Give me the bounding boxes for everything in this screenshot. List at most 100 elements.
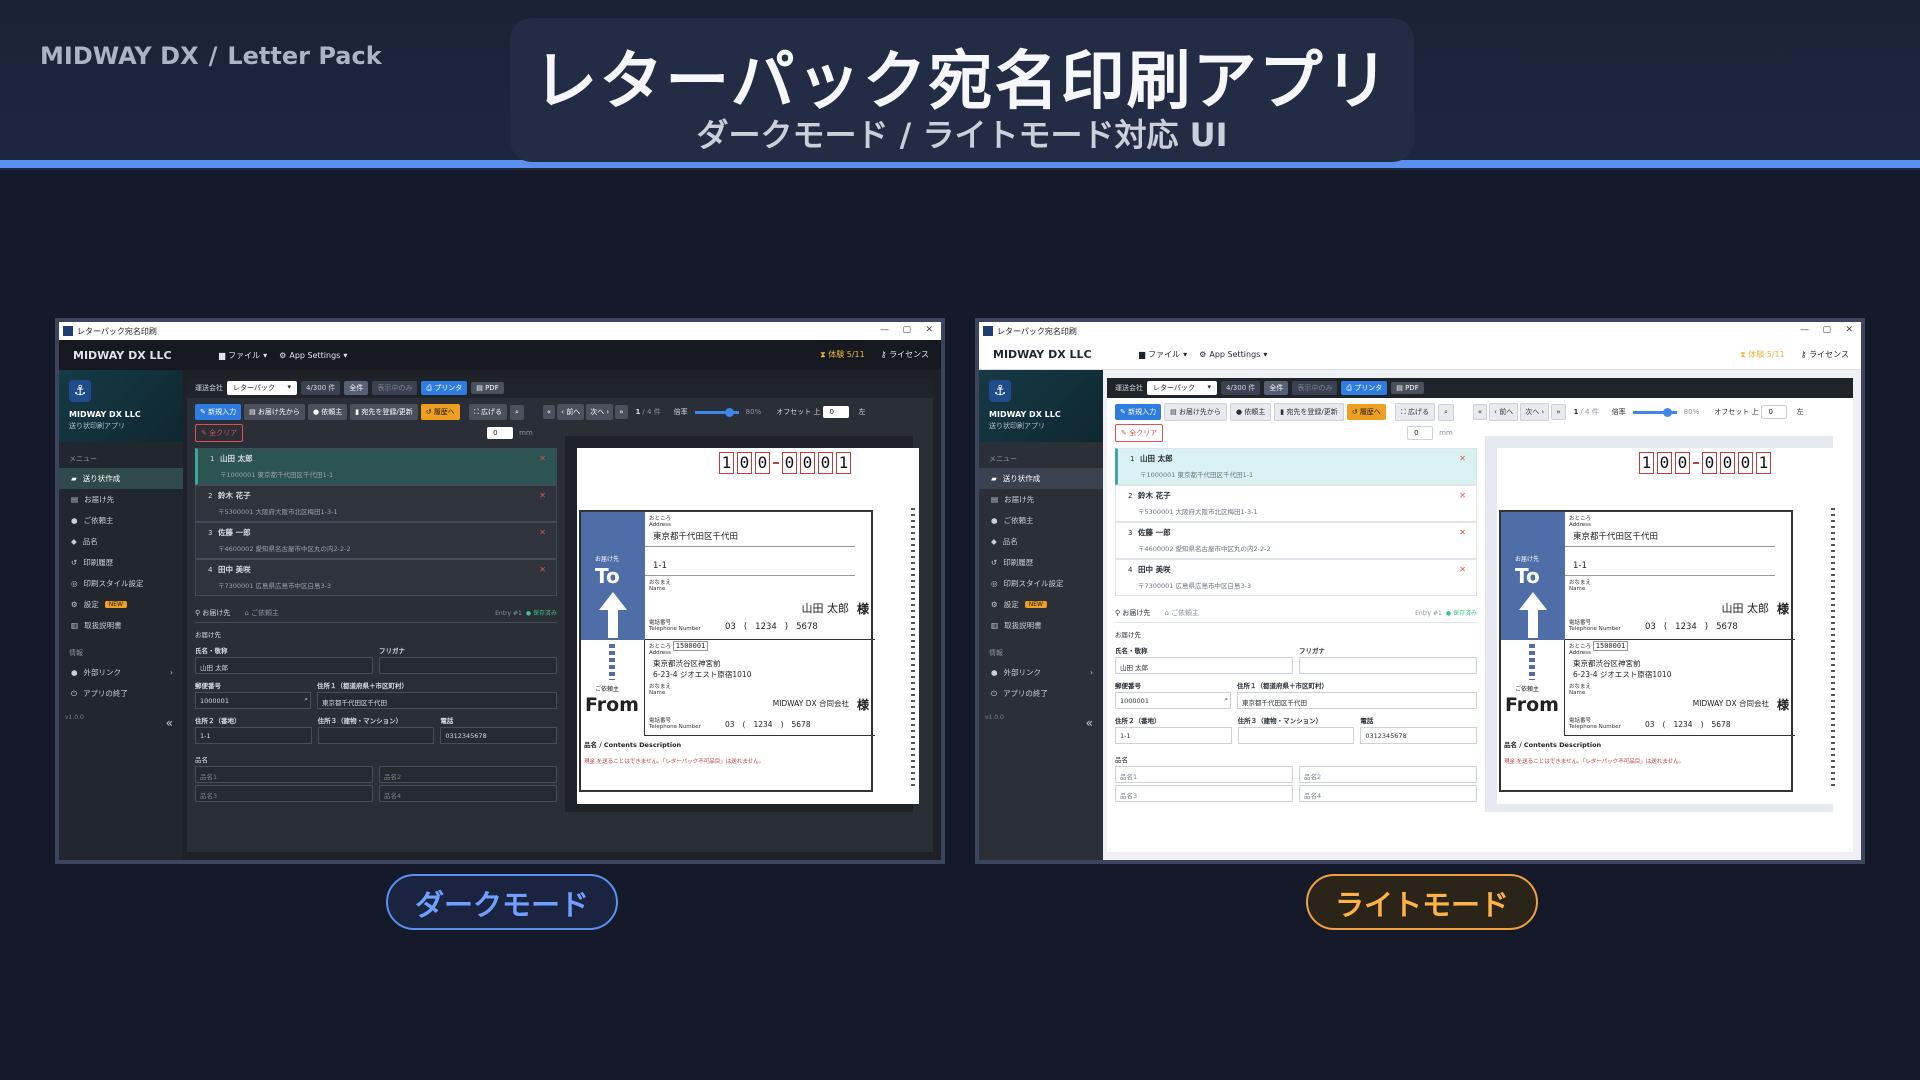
clear-all-button[interactable]: ✎ 全クリア [195,424,244,442]
trial-status[interactable]: ⧗ 体験 5/11 [1740,349,1785,360]
sidebar-collapse-button[interactable]: « [1086,716,1093,730]
clear-all-button[interactable]: ✎ 全クリア [1115,424,1164,442]
zoom-slider-handle[interactable] [1663,407,1673,417]
register-address-button[interactable]: ▮ 宛先を登録/更新 [1274,403,1344,421]
item3-field[interactable]: 品名3 [195,785,373,802]
name-field[interactable]: 山田 太郎 [195,657,373,674]
delete-entry-icon[interactable]: ✕ [539,491,546,500]
close-icon[interactable]: ✕ [925,325,933,335]
list-item[interactable]: 4 田中 美咲 〒7300001 広島県広島市中区白島3-3 ✕ [195,559,557,596]
tab-destination[interactable]: ⚲ お届け先 [195,608,230,618]
scope-shown-toggle[interactable]: 表示中のみ [1292,381,1338,395]
sidebar-item-manual[interactable]: ▥ 取扱説明書 [979,615,1103,636]
new-entry-button[interactable]: ✎ 新規入力 [195,404,242,420]
name-field[interactable]: 山田 太郎 [1115,657,1293,674]
sidebar-item-items[interactable]: ◆ 品名 [979,531,1103,552]
window-titlebar[interactable]: レターパック宛名印刷 — ▢ ✕ [979,322,1861,340]
sidebar-item-print-style[interactable]: ◎ 印刷スタイル設定 [979,573,1103,594]
address1-field[interactable]: 東京都千代田区千代田 [317,692,557,709]
sidebar-item-create[interactable]: ▰ 送り状作成 [59,468,183,489]
from-destination-button[interactable]: ▤ お届け先から [1164,403,1227,421]
tab-sender[interactable]: ⌂ ご依頼主 [1164,608,1199,618]
minimize-icon[interactable]: — [880,325,889,335]
tel-field[interactable]: 0312345678 [1360,727,1478,744]
prev-page-button[interactable]: ‹ 前へ [557,404,585,420]
prev-page-button[interactable]: ‹ 前へ [1489,403,1519,421]
first-page-button[interactable]: « [542,405,556,419]
tab-destination[interactable]: ⚲ お届け先 [1115,608,1150,618]
search-icon[interactable]: ⌕ [1224,695,1228,704]
file-menu[interactable]: ▆ ファイル ▾ [1139,349,1187,360]
delete-entry-icon[interactable]: ✕ [539,454,546,463]
list-item[interactable]: 1 山田 太郎 〒1000001 東京都千代田区千代田1-1 ✕ [1115,448,1477,485]
item2-field[interactable]: 品名2 [1299,766,1477,783]
history-button[interactable]: ↺ 履歴へ [420,404,460,420]
list-item[interactable]: 1 山田 太郎 〒1000001 東京都千代田区千代田1-1 ✕ [195,448,557,485]
from-destination-button[interactable]: ▤ お届け先から [244,404,305,420]
from-sender-button[interactable]: ● 依頼主 [307,404,348,420]
license-button[interactable]: ⚷ ライセンス [1801,349,1849,360]
item1-field[interactable]: 品名1 [1115,766,1293,783]
sidebar-item-destinations[interactable]: ▤ お届け先 [979,489,1103,510]
expand-button[interactable]: ⛶ 広げる [1394,403,1435,421]
search-icon[interactable]: ⌕ [304,695,308,704]
address3-field[interactable] [317,727,435,744]
delete-entry-icon[interactable]: ✕ [539,565,546,574]
last-page-button[interactable]: » [615,405,628,419]
item3-field[interactable]: 品名3 [1115,785,1293,802]
address1-field[interactable]: 東京都千代田区千代田 [1237,692,1477,709]
search-button[interactable]: ⌕ [509,404,524,420]
history-button[interactable]: ↺ 履歴へ [1346,404,1386,420]
settings-menu[interactable]: ⚙ App Settings ▾ [279,351,347,360]
sidebar-item-history[interactable]: ↺ 印刷履歴 [59,552,183,573]
item4-field[interactable]: 品名4 [379,785,557,802]
pdf-button[interactable]: ▤ PDF [471,382,504,394]
printer-button[interactable]: ⎙ プリンタ [1341,381,1388,395]
sidebar-item-quit[interactable]: ⏻ アプリの終了 [979,683,1103,704]
close-icon[interactable]: ✕ [1845,325,1853,335]
register-address-button[interactable]: ▮ 宛先を登録/更新 [350,404,418,420]
zoom-slider-handle[interactable] [725,407,735,417]
offset-top-input[interactable]: 0 [823,406,850,418]
address3-field[interactable] [1237,727,1355,744]
address2-field[interactable]: 1-1 [1115,727,1232,744]
offset-left-input[interactable]: 0 [487,427,514,439]
sidebar-item-settings[interactable]: ⚙ 設定 NEW [979,594,1103,615]
tel-field[interactable]: 0312345678 [440,727,558,744]
list-item[interactable]: 2 鈴木 花子 〒5300001 大阪府大阪市北区梅田1-3-1 ✕ [195,485,557,522]
sidebar-item-quit[interactable]: ⏻ アプリの終了 [59,683,183,704]
sidebar-item-print-style[interactable]: ◎ 印刷スタイル設定 [59,573,183,594]
sidebar-item-senders[interactable]: ● ご依頼主 [59,510,183,531]
license-button[interactable]: ⚷ ライセンス [881,349,929,360]
sidebar-collapse-button[interactable]: « [166,716,173,730]
list-item[interactable]: 2 鈴木 花子 〒5300001 大阪府大阪市北区梅田1-3-1 ✕ [1115,485,1477,522]
zip-field[interactable]: 1000001 ⌕ [1115,692,1231,709]
list-item[interactable]: 4 田中 美咲 〒7300001 広島県広島市中区白島3-3 ✕ [1115,559,1477,596]
sidebar-item-manual[interactable]: ▥ 取扱説明書 [59,615,183,636]
delete-entry-icon[interactable]: ✕ [539,528,546,537]
sidebar-item-external-link[interactable]: ● 外部リンク › [59,662,183,683]
kana-field[interactable] [379,657,557,674]
sidebar-item-destinations[interactable]: ▤ お届け先 [59,489,183,510]
offset-left-input[interactable]: 0 [1407,426,1434,440]
sidebar-item-settings[interactable]: ⚙ 設定 NEW [59,594,183,615]
next-page-button[interactable]: 次へ › [586,404,614,420]
sidebar-item-senders[interactable]: ● ご依頼主 [979,510,1103,531]
sidebar-item-items[interactable]: ◆ 品名 [59,531,183,552]
item4-field[interactable]: 品名4 [1299,785,1477,802]
tab-sender[interactable]: ⌂ ご依頼主 [244,608,279,618]
file-menu[interactable]: ▆ ファイル ▾ [219,350,267,361]
list-item[interactable]: 3 佐藤 一郎 〒4600002 愛知県名古屋市中区丸の内2-2-2 ✕ [1115,522,1477,559]
scope-all-toggle[interactable]: 全件 [1264,381,1289,395]
zoom-slider[interactable] [694,407,739,417]
expand-button[interactable]: ⛶ 広げる [468,404,507,420]
window-titlebar[interactable]: レターパック宛名印刷 — ▢ ✕ [59,322,941,340]
delete-entry-icon[interactable]: ✕ [1459,454,1466,463]
maximize-icon[interactable]: ▢ [902,325,911,335]
sidebar-item-external-link[interactable]: ● 外部リンク › [979,662,1103,683]
sidebar-item-create[interactable]: ▰ 送り状作成 [979,468,1103,489]
first-page-button[interactable]: « [1472,404,1488,420]
item1-field[interactable]: 品名1 [195,766,373,783]
item2-field[interactable]: 品名2 [379,766,557,783]
delete-entry-icon[interactable]: ✕ [1459,491,1466,500]
